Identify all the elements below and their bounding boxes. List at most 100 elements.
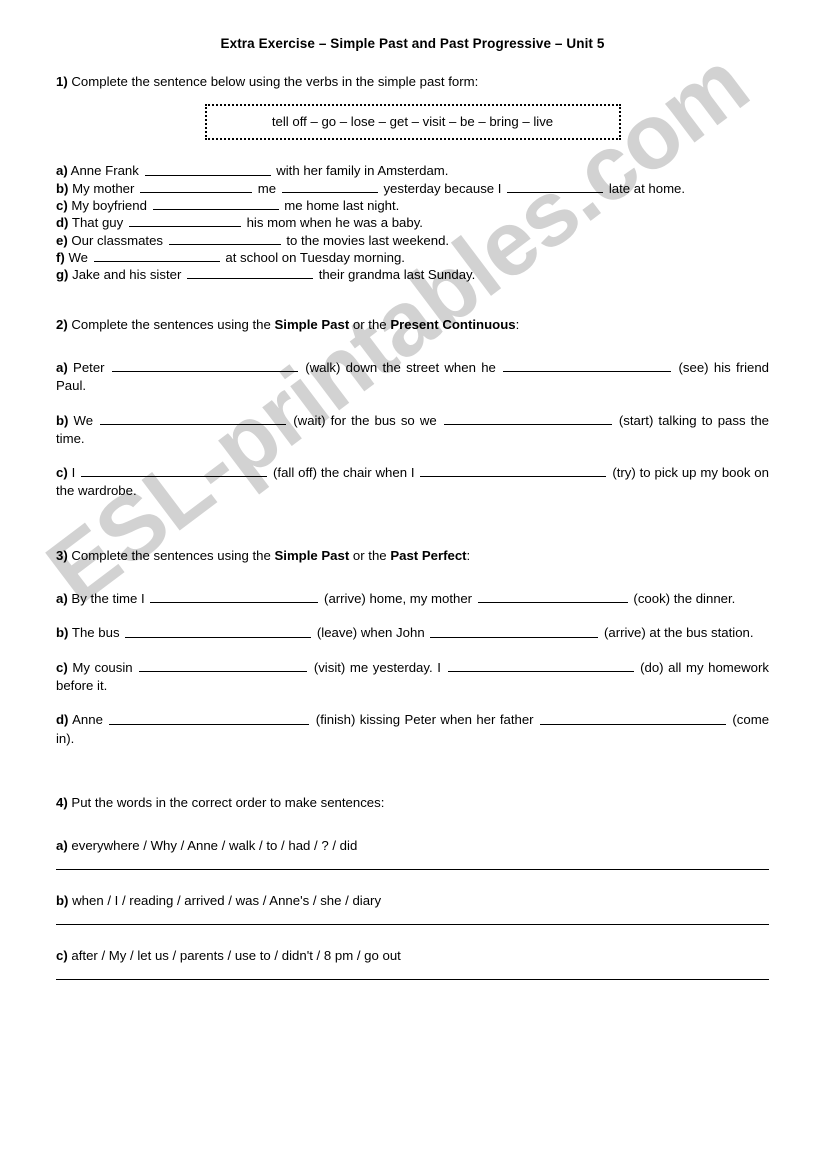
exercise-2-number: 2) [56,316,68,332]
item-label-f: f) [56,250,65,266]
exercise-1-number: 1) [56,74,68,89]
item-b-cue-1: (leave) when John [316,625,425,641]
item-label-a: a) [56,838,68,854]
answer-blank[interactable] [100,412,287,425]
item-d-text-1: That guy [71,215,124,231]
exercise-3-tense-1: Simple Past [274,547,350,563]
exercise-3-instruction-post: : [466,547,471,563]
exercise-3-item-c: c) My cousin (visit) me yesterday. I (do… [56,659,769,696]
item-c-subject: I [71,465,76,481]
item-a-words: everywhere / Why / Anne / walk / to / ha… [71,838,358,854]
item-f-text-1: We [68,250,89,266]
item-a-subject: By the time I [71,591,145,607]
answer-blank[interactable] [187,266,314,280]
item-a-text-2: with her family in Amsterdam. [276,163,449,179]
answer-blank[interactable] [81,464,268,478]
answer-line[interactable] [56,924,769,925]
answer-blank[interactable] [128,214,241,228]
answer-blank[interactable] [420,464,607,478]
answer-line[interactable] [56,978,769,980]
exercise-3-item-a: a) By the time I (arrive) home, my mothe… [56,590,769,608]
exercise-2-instruction-mid: or the [349,316,391,332]
answer-blank[interactable] [539,711,726,725]
exercise-2-instruction-pre: Complete the sentences using the [71,316,275,332]
exercise-1-instruction-text: Complete the sentence below using the ve… [71,74,479,89]
exercise-4-item-c: c) after / My / let us / parents / use t… [56,947,769,965]
item-b-cue-2: (arrive) at the bus station. [604,625,754,641]
item-e-text-1: Our classmates [71,232,164,248]
item-c-words: after / My / let us / parents / use to /… [71,948,401,963]
item-b-subject: We [73,412,94,428]
page-title: Extra Exercise – Simple Past and Past Pr… [220,36,605,51]
exercise-4-instruction: 4) Put the words in the correct order to… [56,794,769,811]
exercise-1-item-e: e) Our classmates to the movies last wee… [56,232,769,249]
exercise-2-tense-2: Present Continuous [390,316,516,332]
item-b-words: when / I / reading / arrived / was / Ann… [72,893,382,909]
exercise-2-item-a: a) Peter (walk) down the street when he … [56,359,769,396]
answer-blank[interactable] [111,359,298,373]
item-c-cue-1: (visit) me yesterday. I [313,659,441,675]
item-label-d: d) [56,215,69,231]
exercise-3-tense-2: Past Perfect [390,547,467,563]
item-label-b: b) [56,625,69,641]
exercise-3-item-b: b) The bus (leave) when John (arrive) at… [56,624,769,642]
item-a-cue-1: (arrive) home, my mother [324,591,473,607]
item-d-cue-1: (finish) kissing Peter when her father [315,712,534,728]
item-d-text-2: his mom when he was a baby. [246,215,423,231]
exercise-3-instruction: 3) Complete the sentences using the Simp… [56,547,769,564]
answer-blank[interactable] [503,359,672,373]
item-label-a: a) [56,163,68,179]
item-c-text-1: My boyfriend [71,198,147,214]
item-b-text-3: yesterday because I [383,180,502,196]
item-label-b: b) [56,412,69,428]
exercise-1-item-f: f) We at school on Tuesday morning. [56,249,769,266]
exercise-2-item-c: c) I (fall off) the chair when I (try) t… [56,464,769,501]
answer-blank[interactable] [507,180,604,193]
answer-blank[interactable] [168,232,281,245]
item-a-subject: Peter [73,360,105,376]
exercise-1-item-b: b) My mother me yesterday because I late… [56,180,769,197]
item-label-a: a) [56,591,68,607]
item-b-text-1: My mother [72,180,135,196]
item-a-cue-2: (cook) the dinner. [633,591,736,607]
answer-blank[interactable] [140,180,253,193]
exercise-4-instruction-text: Put the words in the correct order to ma… [71,794,385,810]
answer-blank[interactable] [477,590,628,604]
exercise-2-item-b: b) We (wait) for the bus so we (start) t… [56,412,769,449]
item-a-text-1: Anne Frank [70,163,139,179]
answer-blank[interactable] [443,412,612,425]
exercise-4-number: 4) [56,794,68,810]
answer-blank[interactable] [430,624,599,638]
item-d-subject: Anne [72,712,103,728]
exercise-4-item-b: b) when / I / reading / arrived / was / … [56,892,769,910]
item-label-b: b) [56,893,69,909]
exercise-1-item-c: c) My boyfriend me home last night. [56,197,769,214]
answer-blank[interactable] [139,659,308,672]
exercise-1-item-d: d) That guy his mom when he was a baby. [56,214,769,231]
exercise-1-instruction: 1) Complete the sentence below using the… [56,73,769,90]
item-c-text-2: me home last night. [284,198,400,214]
answer-blank[interactable] [281,180,378,193]
item-g-text-2: their grandma last Sunday. [318,267,476,283]
item-b-cue-1: (wait) for the bus so we [293,412,437,428]
answer-blank[interactable] [150,590,319,604]
answer-blank[interactable] [144,162,271,176]
exercise-3-instruction-mid: or the [349,547,391,563]
answer-blank[interactable] [447,659,634,672]
answer-line[interactable] [56,869,769,871]
exercise-1-item-a: a) Anne Frank with her family in Amsterd… [56,162,769,179]
worksheet-page: ESL-printables.com Extra Exercise – Simp… [0,0,821,1169]
answer-blank[interactable] [152,197,279,211]
answer-blank[interactable] [93,249,220,263]
item-label-a: a) [56,360,68,376]
answer-blank[interactable] [109,711,310,725]
item-label-c: c) [56,659,68,675]
answer-blank[interactable] [125,624,312,638]
item-g-text-1: Jake and his sister [72,267,182,283]
exercise-3-item-d: d) Anne (finish) kissing Peter when her … [56,711,769,748]
item-f-text-2: at school on Tuesday morning. [225,250,405,266]
